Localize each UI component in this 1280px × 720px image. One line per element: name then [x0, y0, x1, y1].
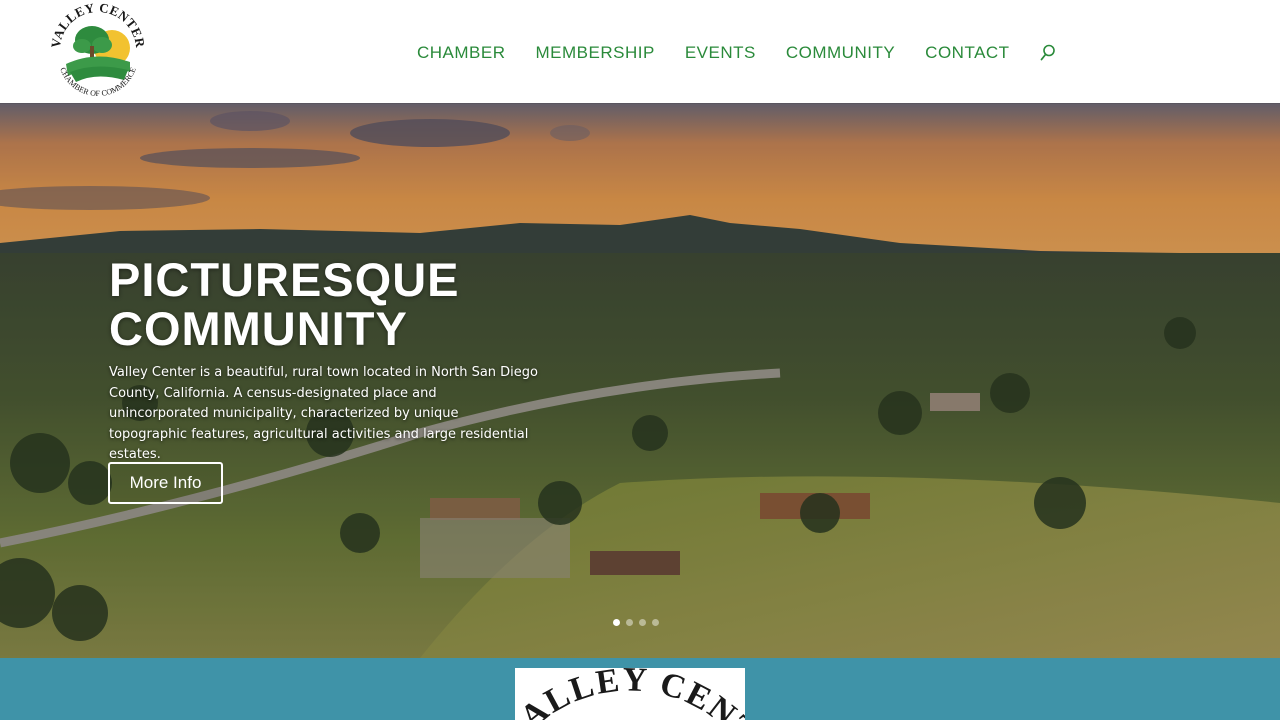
svg-text:VALLEY CENT: VALLEY CENT	[515, 668, 745, 720]
hero-slider: PICTURESQUE COMMUNITY Valley Center is a…	[0, 103, 1280, 658]
nav-item-events[interactable]: EVENTS	[685, 43, 756, 63]
large-logo-text: VALLEY CENT	[515, 668, 745, 720]
nav-item-chamber[interactable]: CHAMBER	[417, 43, 506, 63]
slider-dot-4[interactable]	[652, 619, 659, 626]
slider-dot-3[interactable]	[639, 619, 646, 626]
search-icon[interactable]	[1040, 44, 1056, 61]
main-nav: CHAMBER MEMBERSHIP EVENTS COMMUNITY CONT…	[417, 40, 1040, 66]
slider-dot-1[interactable]	[613, 619, 620, 626]
chamber-logo[interactable]: VALLEY CENTER CHAMBER OF COMMERCE	[46, 0, 148, 100]
nav-item-contact[interactable]: CONTACT	[925, 43, 1009, 63]
slider-dot-2[interactable]	[626, 619, 633, 626]
site-header: VALLEY CENTER CHAMBER OF COMMERCE CHAMBE…	[0, 0, 1280, 103]
hero-title: PICTURESQUE COMMUNITY	[109, 253, 460, 355]
hero-description: Valley Center is a beautiful, rural town…	[109, 365, 538, 462]
chamber-logo-large: VALLEY CENT	[515, 668, 745, 720]
slider-dots	[613, 619, 659, 626]
nav-item-membership[interactable]: MEMBERSHIP	[536, 43, 655, 63]
more-info-button[interactable]: More Info	[108, 462, 223, 504]
chamber-intro-section: VALLEY CENT	[0, 658, 1280, 720]
nav-item-community[interactable]: COMMUNITY	[786, 43, 895, 63]
